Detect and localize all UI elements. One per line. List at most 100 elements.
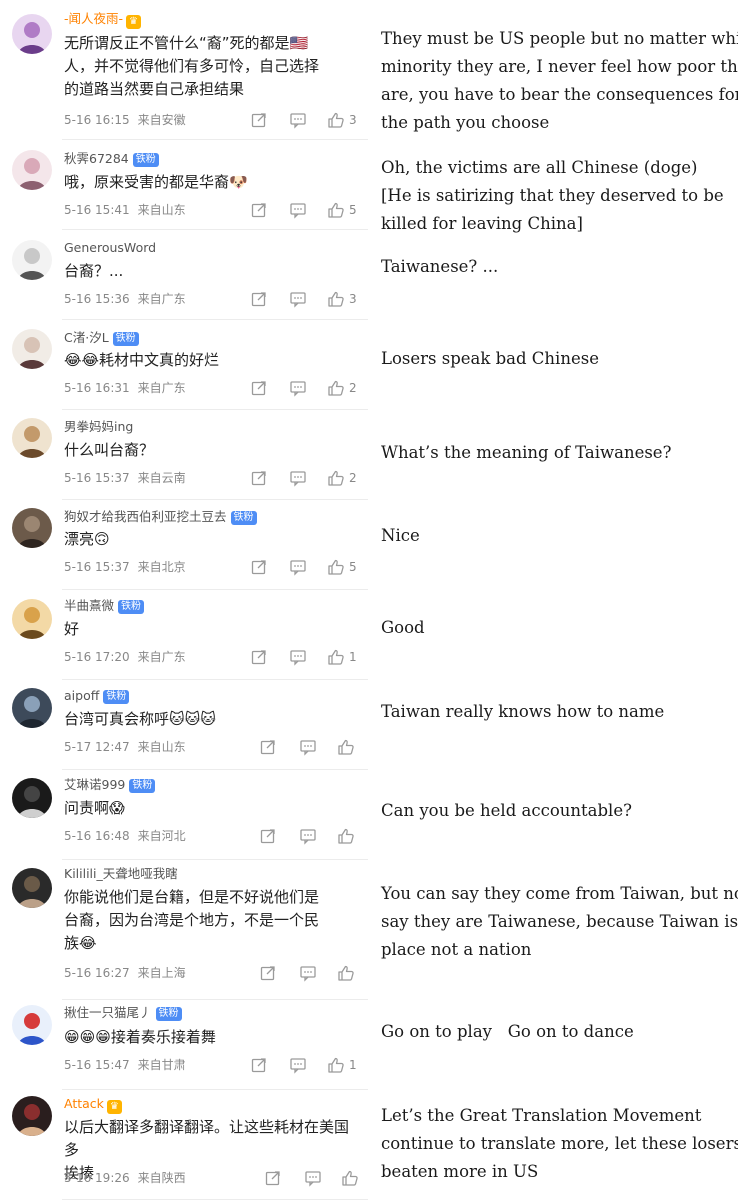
like-icon[interactable] — [327, 1056, 345, 1074]
username[interactable]: aipoff — [64, 688, 99, 703]
comment-icon[interactable] — [289, 201, 307, 219]
avatar[interactable] — [12, 778, 52, 818]
comment-text-line: 的道路当然要自己承担结果 — [64, 80, 245, 98]
like-count: 5 — [349, 203, 357, 217]
username-line: 秋霁67284 铁粉 — [64, 150, 159, 168]
comment-text-line: 😂😂耗材中文真的好烂 — [64, 351, 220, 369]
comment-row: aipoff 铁粉 台湾可真会称呼🐱🐱🐱 5-17 12:47 来自山东 Taiwan r… — [0, 680, 738, 770]
comment-icon[interactable] — [289, 379, 307, 397]
share-icon[interactable] — [250, 558, 268, 576]
username[interactable]: -闻人夜雨- — [64, 11, 123, 26]
location: 来自云南 — [137, 471, 186, 485]
comment-text: 你能说他们是台籍，但是不好说他们是 台裔，因为台湾是个地方，不是一个民 族😂 — [64, 886, 354, 955]
avatar[interactable] — [12, 868, 52, 908]
comment-text: 无所谓反正不管什么“裔”死的都是🇺🇸 人，并不觉得他们有多可怜，自己选择 的道路当然… — [64, 32, 354, 101]
timestamp: 5-16 16:15 — [64, 113, 130, 127]
avatar[interactable] — [12, 688, 52, 728]
timestamp: 5-16 15:47 — [64, 1058, 130, 1072]
timestamp: 5-16 17:20 — [64, 650, 130, 664]
share-icon[interactable] — [250, 1056, 268, 1074]
comment-icon[interactable] — [299, 964, 317, 982]
comment-text-line: 什么叫台裔？ — [64, 441, 155, 459]
comment-icon[interactable] — [299, 738, 317, 756]
like-icon[interactable] — [341, 1169, 359, 1187]
location: 来自山东 — [137, 740, 186, 754]
share-icon[interactable] — [250, 648, 268, 666]
avatar[interactable] — [12, 150, 52, 190]
username-line: 半曲熹微 铁粉 — [64, 597, 145, 615]
comment-meta: 5-16 15:47 来自甘肃 — [64, 1057, 186, 1073]
translation-line: minority they are, I never feel how poor… — [381, 57, 738, 76]
share-icon[interactable] — [250, 201, 268, 219]
username-line: GenerousWord — [64, 239, 156, 257]
username[interactable]: 艾琳诺999 — [64, 777, 125, 792]
crown-icon: ♛ — [126, 15, 142, 29]
comment-icon[interactable] — [289, 648, 307, 666]
username[interactable]: C渚·汐L — [64, 330, 109, 345]
location: 来自安徽 — [137, 113, 186, 127]
like-icon[interactable] — [327, 648, 345, 666]
username-line: 狗奴才给我西伯利亚挖土豆去 铁粉 — [64, 508, 257, 526]
like-icon[interactable] — [327, 201, 345, 219]
share-icon[interactable] — [259, 827, 277, 845]
comment-icon[interactable] — [289, 290, 307, 308]
like-icon[interactable] — [327, 290, 345, 308]
share-icon[interactable] — [250, 379, 268, 397]
english-translation: Oh, the victims are all Chinese (doge) [H… — [381, 154, 736, 238]
like-icon[interactable] — [327, 111, 345, 129]
comment-icon[interactable] — [299, 827, 317, 845]
translation-line: You can say they come from Taiwan, but n… — [381, 884, 738, 903]
username[interactable]: 狗奴才给我西伯利亚挖土豆去 — [64, 509, 227, 524]
share-icon[interactable] — [250, 290, 268, 308]
like-icon[interactable] — [337, 738, 355, 756]
like-count: 1 — [349, 1058, 357, 1072]
comment-meta: 5-16 16:27 来自上海 — [64, 965, 186, 981]
like-icon[interactable] — [327, 469, 345, 487]
comment-icon[interactable] — [289, 1056, 307, 1074]
username[interactable]: Attack — [64, 1096, 104, 1111]
username-line: Attack ♛ — [64, 1095, 122, 1114]
translation-line: Nice — [381, 526, 420, 545]
share-icon[interactable] — [250, 469, 268, 487]
share-icon[interactable] — [264, 1169, 282, 1187]
avatar[interactable] — [12, 1096, 52, 1136]
avatar[interactable] — [12, 418, 52, 458]
comment-text: 问责啊😱 — [64, 797, 354, 820]
share-icon[interactable] — [259, 964, 277, 982]
comment-meta: 5-16 15:41 来自山东 — [64, 202, 186, 218]
avatar[interactable] — [12, 508, 52, 548]
avatar[interactable] — [12, 14, 52, 54]
like-icon[interactable] — [337, 964, 355, 982]
avatar[interactable] — [12, 240, 52, 280]
username[interactable]: 秋霁67284 — [64, 151, 129, 166]
like-icon[interactable] — [337, 827, 355, 845]
comment-icon[interactable] — [289, 469, 307, 487]
share-icon[interactable] — [259, 738, 277, 756]
comment-text-line: 台湾可真会称呼🐱🐱🐱 — [64, 710, 216, 728]
username[interactable]: 揪住一只猫尾丿 — [64, 1005, 152, 1020]
comment-row: 揪住一只猫尾丿 铁粉 😁😁😁接着奏乐接着舞 5-16 15:47 来自甘肃 1 Go on … — [0, 1000, 738, 1090]
comment-icon[interactable] — [289, 558, 307, 576]
share-icon[interactable] — [250, 111, 268, 129]
english-translation: Go on to play Go on to dance — [381, 1018, 736, 1046]
comment-text-line: 人，并不觉得他们有多可怜，自己选择 — [64, 57, 320, 75]
username[interactable]: Kililili_天聋地哑我瞎 — [64, 866, 178, 881]
translation-line: say they are Taiwanese, because Taiwan i… — [381, 912, 738, 931]
username[interactable]: GenerousWord — [64, 240, 156, 255]
avatar[interactable] — [12, 599, 52, 639]
like-icon[interactable] — [327, 558, 345, 576]
comment-text-line: 你能说他们是台籍，但是不好说他们是 — [64, 888, 320, 906]
avatar[interactable] — [12, 1005, 52, 1045]
english-translation: Losers speak bad Chinese — [381, 345, 736, 373]
avatar[interactable] — [12, 329, 52, 369]
username[interactable]: 男拳妈妈ing — [64, 419, 133, 434]
like-icon[interactable] — [327, 379, 345, 397]
username[interactable]: 半曲熹微 — [64, 598, 114, 613]
like-count: 5 — [349, 560, 357, 574]
weibo-comment: -闻人夜雨- ♛ 无所谓反正不管什么“裔”死的都是🇺🇸 人，并不觉得他们有多可怜，自己… — [0, 0, 370, 140]
comment-icon[interactable] — [304, 1169, 322, 1187]
weibo-comment: Kililili_天聋地哑我瞎你能说他们是台籍，但是不好说他们是 台裔，因为台湾是… — [0, 860, 370, 1000]
translation-line: are, you have to bear the consequences f… — [381, 85, 738, 104]
weibo-comment: C渚·汐L 铁粉 😂😂耗材中文真的好烂 5-16 16:31 来自广东 2 — [0, 320, 370, 410]
comment-icon[interactable] — [289, 111, 307, 129]
